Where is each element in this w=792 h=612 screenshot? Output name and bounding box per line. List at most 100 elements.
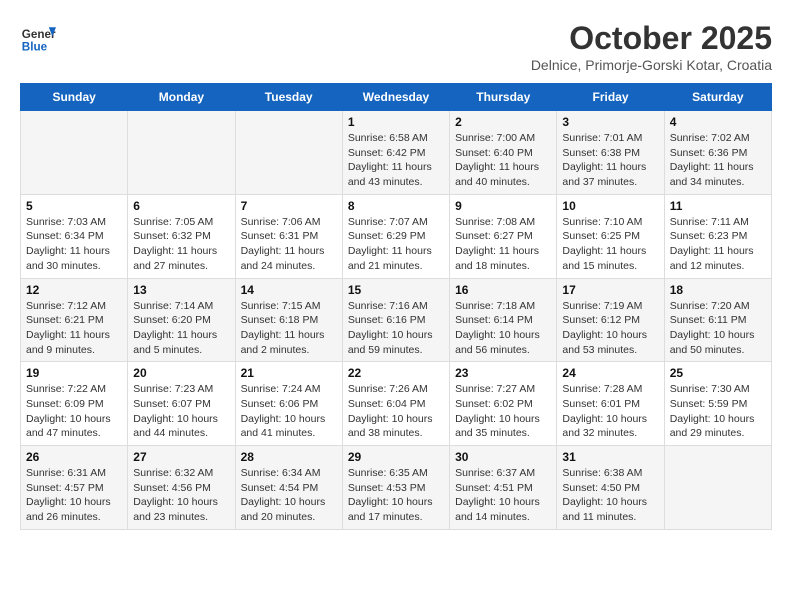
day-number: 9 bbox=[455, 199, 551, 213]
day-number: 3 bbox=[562, 115, 658, 129]
calendar-cell: 18 Sunrise: 7:20 AMSunset: 6:11 PMDayligh… bbox=[664, 278, 771, 362]
day-info: Sunrise: 7:12 AMSunset: 6:21 PMDaylight:… bbox=[26, 299, 122, 358]
calendar-cell: 21 Sunrise: 7:24 AMSunset: 6:06 PMDayligh… bbox=[235, 362, 342, 446]
calendar-week-row: 5 Sunrise: 7:03 AMSunset: 6:34 PMDaylight… bbox=[21, 194, 772, 278]
day-info: Sunrise: 7:16 AMSunset: 6:16 PMDaylight:… bbox=[348, 299, 444, 358]
day-info: Sunrise: 7:02 AMSunset: 6:36 PMDaylight:… bbox=[670, 131, 766, 190]
day-info: Sunrise: 7:06 AMSunset: 6:31 PMDaylight:… bbox=[241, 215, 337, 274]
page-header: General Blue October 2025 Delnice, Primo… bbox=[20, 20, 772, 73]
day-number: 8 bbox=[348, 199, 444, 213]
calendar-cell bbox=[21, 111, 128, 195]
calendar-cell: 26 Sunrise: 6:31 AMSunset: 4:57 PMDayligh… bbox=[21, 446, 128, 530]
calendar-cell: 3 Sunrise: 7:01 AMSunset: 6:38 PMDaylight… bbox=[557, 111, 664, 195]
day-number: 19 bbox=[26, 366, 122, 380]
calendar-cell: 31Sunrise: 6:38 AMSunset: 4:50 PMDayligh… bbox=[557, 446, 664, 530]
calendar-cell: 8 Sunrise: 7:07 AMSunset: 6:29 PMDaylight… bbox=[342, 194, 449, 278]
day-number: 21 bbox=[241, 366, 337, 380]
day-info: Sunrise: 7:30 AMSunset: 5:59 PMDaylight:… bbox=[670, 382, 766, 441]
weekday-header-sunday: Sunday bbox=[21, 84, 128, 111]
day-info: Sunrise: 7:18 AMSunset: 6:14 PMDaylight:… bbox=[455, 299, 551, 358]
day-info: Sunrise: 7:08 AMSunset: 6:27 PMDaylight:… bbox=[455, 215, 551, 274]
location-subtitle: Delnice, Primorje-Gorski Kotar, Croatia bbox=[531, 57, 772, 73]
calendar-cell: 1 Sunrise: 6:58 AMSunset: 6:42 PMDaylight… bbox=[342, 111, 449, 195]
day-info: Sunrise: 7:22 AMSunset: 6:09 PMDaylight:… bbox=[26, 382, 122, 441]
day-number: 23 bbox=[455, 366, 551, 380]
calendar-cell: 14Sunrise: 7:15 AMSunset: 6:18 PMDayligh… bbox=[235, 278, 342, 362]
day-number: 28 bbox=[241, 450, 337, 464]
calendar-cell: 27 Sunrise: 6:32 AMSunset: 4:56 PMDayligh… bbox=[128, 446, 235, 530]
day-number: 1 bbox=[348, 115, 444, 129]
day-number: 26 bbox=[26, 450, 122, 464]
day-info: Sunrise: 7:01 AMSunset: 6:38 PMDaylight:… bbox=[562, 131, 658, 190]
day-info: Sunrise: 6:58 AMSunset: 6:42 PMDaylight:… bbox=[348, 131, 444, 190]
day-info: Sunrise: 7:00 AMSunset: 6:40 PMDaylight:… bbox=[455, 131, 551, 190]
calendar-cell: 9 Sunrise: 7:08 AMSunset: 6:27 PMDaylight… bbox=[450, 194, 557, 278]
calendar-week-row: 1 Sunrise: 6:58 AMSunset: 6:42 PMDaylight… bbox=[21, 111, 772, 195]
day-number: 31 bbox=[562, 450, 658, 464]
calendar-week-row: 19 Sunrise: 7:22 AMSunset: 6:09 PMDayligh… bbox=[21, 362, 772, 446]
day-info: Sunrise: 7:28 AMSunset: 6:01 PMDaylight:… bbox=[562, 382, 658, 441]
day-info: Sunrise: 7:26 AMSunset: 6:04 PMDaylight:… bbox=[348, 382, 444, 441]
calendar-cell: 16 Sunrise: 7:18 AMSunset: 6:14 PMDayligh… bbox=[450, 278, 557, 362]
day-number: 12 bbox=[26, 283, 122, 297]
calendar-cell: 24 Sunrise: 7:28 AMSunset: 6:01 PMDayligh… bbox=[557, 362, 664, 446]
day-info: Sunrise: 7:14 AMSunset: 6:20 PMDaylight:… bbox=[133, 299, 229, 358]
month-title: October 2025 bbox=[531, 20, 772, 57]
day-number: 16 bbox=[455, 283, 551, 297]
svg-text:Blue: Blue bbox=[22, 41, 48, 54]
day-info: Sunrise: 7:24 AMSunset: 6:06 PMDaylight:… bbox=[241, 382, 337, 441]
calendar-table: SundayMondayTuesdayWednesdayThursdayFrid… bbox=[20, 83, 772, 530]
calendar-cell: 29Sunrise: 6:35 AMSunset: 4:53 PMDayligh… bbox=[342, 446, 449, 530]
day-number: 20 bbox=[133, 366, 229, 380]
calendar-cell: 11Sunrise: 7:11 AMSunset: 6:23 PMDayligh… bbox=[664, 194, 771, 278]
day-number: 24 bbox=[562, 366, 658, 380]
day-number: 7 bbox=[241, 199, 337, 213]
weekday-header-saturday: Saturday bbox=[664, 84, 771, 111]
day-number: 22 bbox=[348, 366, 444, 380]
day-info: Sunrise: 6:31 AMSunset: 4:57 PMDaylight:… bbox=[26, 466, 122, 525]
weekday-header-monday: Monday bbox=[128, 84, 235, 111]
calendar-week-row: 26 Sunrise: 6:31 AMSunset: 4:57 PMDayligh… bbox=[21, 446, 772, 530]
calendar-cell: 15 Sunrise: 7:16 AMSunset: 6:16 PMDayligh… bbox=[342, 278, 449, 362]
calendar-cell bbox=[128, 111, 235, 195]
day-info: Sunrise: 7:20 AMSunset: 6:11 PMDaylight:… bbox=[670, 299, 766, 358]
day-number: 6 bbox=[133, 199, 229, 213]
day-info: Sunrise: 7:03 AMSunset: 6:34 PMDaylight:… bbox=[26, 215, 122, 274]
day-info: Sunrise: 7:15 AMSunset: 6:18 PMDaylight:… bbox=[241, 299, 337, 358]
day-info: Sunrise: 6:34 AMSunset: 4:54 PMDaylight:… bbox=[241, 466, 337, 525]
calendar-cell: 17 Sunrise: 7:19 AMSunset: 6:12 PMDayligh… bbox=[557, 278, 664, 362]
day-number: 27 bbox=[133, 450, 229, 464]
day-info: Sunrise: 6:32 AMSunset: 4:56 PMDaylight:… bbox=[133, 466, 229, 525]
day-info: Sunrise: 7:05 AMSunset: 6:32 PMDaylight:… bbox=[133, 215, 229, 274]
calendar-cell bbox=[235, 111, 342, 195]
calendar-cell: 22 Sunrise: 7:26 AMSunset: 6:04 PMDayligh… bbox=[342, 362, 449, 446]
calendar-cell: 6 Sunrise: 7:05 AMSunset: 6:32 PMDaylight… bbox=[128, 194, 235, 278]
logo: General Blue bbox=[20, 20, 60, 56]
weekday-header-friday: Friday bbox=[557, 84, 664, 111]
calendar-cell: 23Sunrise: 7:27 AMSunset: 6:02 PMDayligh… bbox=[450, 362, 557, 446]
day-number: 10 bbox=[562, 199, 658, 213]
day-number: 17 bbox=[562, 283, 658, 297]
day-number: 30 bbox=[455, 450, 551, 464]
weekday-header-wednesday: Wednesday bbox=[342, 84, 449, 111]
day-info: Sunrise: 7:19 AMSunset: 6:12 PMDaylight:… bbox=[562, 299, 658, 358]
day-info: Sunrise: 7:23 AMSunset: 6:07 PMDaylight:… bbox=[133, 382, 229, 441]
calendar-cell: 7 Sunrise: 7:06 AMSunset: 6:31 PMDaylight… bbox=[235, 194, 342, 278]
calendar-week-row: 12 Sunrise: 7:12 AMSunset: 6:21 PMDayligh… bbox=[21, 278, 772, 362]
day-number: 4 bbox=[670, 115, 766, 129]
calendar-cell: 2 Sunrise: 7:00 AMSunset: 6:40 PMDaylight… bbox=[450, 111, 557, 195]
calendar-cell: 25 Sunrise: 7:30 AMSunset: 5:59 PMDayligh… bbox=[664, 362, 771, 446]
calendar-cell: 12 Sunrise: 7:12 AMSunset: 6:21 PMDayligh… bbox=[21, 278, 128, 362]
day-number: 25 bbox=[670, 366, 766, 380]
weekday-header-tuesday: Tuesday bbox=[235, 84, 342, 111]
calendar-cell bbox=[664, 446, 771, 530]
day-number: 18 bbox=[670, 283, 766, 297]
day-number: 11 bbox=[670, 199, 766, 213]
day-info: Sunrise: 7:07 AMSunset: 6:29 PMDaylight:… bbox=[348, 215, 444, 274]
day-number: 13 bbox=[133, 283, 229, 297]
calendar-cell: 10Sunrise: 7:10 AMSunset: 6:25 PMDayligh… bbox=[557, 194, 664, 278]
day-info: Sunrise: 6:35 AMSunset: 4:53 PMDaylight:… bbox=[348, 466, 444, 525]
day-number: 15 bbox=[348, 283, 444, 297]
day-number: 2 bbox=[455, 115, 551, 129]
day-number: 5 bbox=[26, 199, 122, 213]
